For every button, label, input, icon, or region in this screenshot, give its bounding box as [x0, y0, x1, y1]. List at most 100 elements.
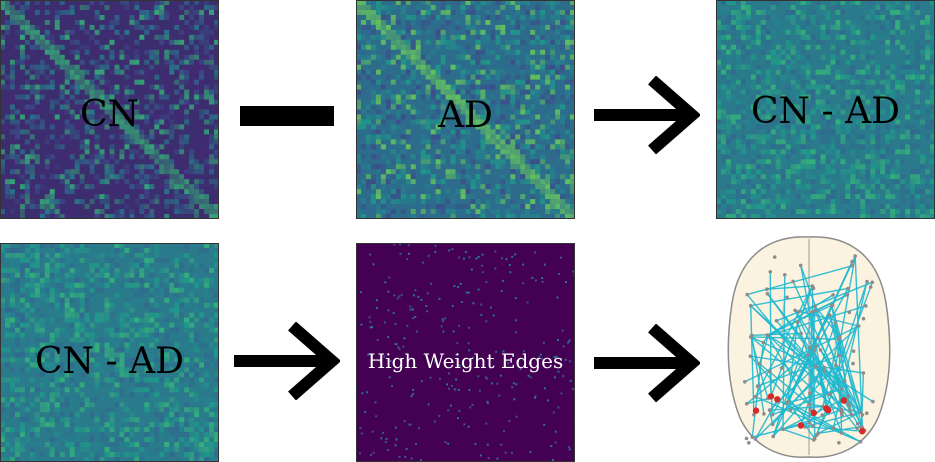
- connectome-node: [807, 420, 812, 425]
- connectome-node: [853, 254, 857, 258]
- minus-icon: [240, 106, 334, 126]
- connectome-node: [851, 361, 855, 366]
- matrix-ad: AD: [356, 0, 575, 219]
- connectome-node: [855, 426, 859, 431]
- connectome-node: [847, 310, 852, 315]
- connectome-node: [816, 335, 820, 340]
- connectome-node: [870, 280, 875, 285]
- connectome-node: [747, 441, 751, 445]
- connectome-node: [765, 287, 769, 291]
- connectome-node: [828, 313, 832, 317]
- connectome-node: [839, 387, 844, 391]
- connectome-node: [865, 279, 869, 284]
- connectome-node: [846, 286, 850, 291]
- connectome-node: [827, 392, 832, 397]
- connectome-node: [770, 422, 775, 427]
- matrix-diff-bottom: CN - AD: [0, 243, 219, 462]
- matrix-high-weight: High Weight Edges: [356, 243, 575, 462]
- connectome-node: [814, 433, 819, 437]
- connectome-node: [858, 439, 863, 444]
- connectome-node: [748, 354, 753, 358]
- connectome-node-highlight: [797, 422, 804, 429]
- connectome-node: [810, 310, 814, 314]
- connectome-node-highlight: [767, 393, 775, 400]
- connectome-node: [743, 380, 747, 384]
- connectome-node: [783, 273, 787, 277]
- connectome-node: [833, 363, 838, 368]
- matrix-cn-label: CN: [79, 94, 140, 135]
- connectome-node: [818, 348, 823, 352]
- connectome-node: [865, 411, 869, 415]
- connectome-node-highlight: [752, 407, 760, 414]
- connectome-node: [850, 264, 854, 268]
- brain-axial-view: [727, 236, 891, 458]
- connectome-node-highlight: [810, 409, 817, 416]
- connectome-node: [744, 401, 749, 406]
- connectome-node: [768, 369, 772, 374]
- connectome-node: [820, 413, 825, 417]
- arrow-icon: [594, 324, 700, 402]
- connectome-node: [855, 421, 860, 426]
- arrow-icon: [234, 322, 340, 400]
- connectome-node: [771, 434, 775, 439]
- connectome-node: [744, 436, 749, 441]
- connectome-node: [797, 310, 801, 314]
- matrix-diff-top: CN - AD: [716, 0, 935, 219]
- connectome-node: [845, 293, 850, 297]
- connectome-node: [813, 436, 817, 441]
- connectome-node: [748, 303, 753, 308]
- connectome-node: [766, 333, 771, 338]
- connectome-node: [750, 435, 755, 439]
- connectome-node: [755, 384, 760, 388]
- connectome-node: [813, 308, 817, 313]
- connectome-node: [811, 424, 815, 428]
- connectome-node: [793, 308, 797, 313]
- connectome-node: [784, 401, 789, 405]
- connectome-node: [849, 412, 854, 417]
- matrix-diff-bottom-label: CN - AD: [35, 341, 184, 382]
- connectome-node-highlight: [840, 397, 847, 404]
- connectome-node: [808, 345, 812, 350]
- connectome-node: [772, 255, 777, 259]
- connectome-node: [837, 441, 841, 445]
- connectome-node: [861, 316, 866, 321]
- connectome-node: [812, 349, 817, 353]
- connectome-node: [839, 431, 844, 435]
- connectome-node: [761, 340, 766, 345]
- connectome-node: [831, 293, 835, 297]
- connectome-node: [799, 331, 803, 336]
- connectome-node: [848, 408, 852, 412]
- connectome-node: [770, 412, 775, 417]
- connectome-node: [762, 412, 766, 416]
- connectome-node: [868, 285, 873, 289]
- connectome-node: [864, 304, 868, 308]
- arrow-icon: [594, 76, 700, 154]
- connectome-node: [840, 413, 844, 417]
- connectome-node: [859, 410, 863, 414]
- connectome-node: [814, 345, 818, 349]
- matrix-ad-label: AD: [438, 95, 493, 136]
- connectome-node-highlight: [824, 407, 832, 414]
- connectome-node: [757, 362, 762, 366]
- matrix-cn: CN: [0, 0, 219, 219]
- connectome-node: [850, 259, 854, 264]
- connectome-node: [837, 353, 842, 358]
- connectome-node: [813, 364, 818, 369]
- connectome-node: [813, 304, 817, 308]
- connectome-node: [745, 292, 749, 297]
- connectome-node: [842, 379, 847, 383]
- connectome-node: [833, 320, 838, 325]
- connectome-node: [781, 427, 785, 432]
- connectome-node: [753, 395, 758, 399]
- connectome-node-highlight: [859, 428, 866, 435]
- connectome-node: [831, 426, 836, 431]
- connectome-node: [846, 394, 850, 399]
- brain-connectome: [722, 233, 897, 462]
- connectome-node: [837, 335, 842, 339]
- matrix-diff-top-label: CN - AD: [751, 91, 900, 132]
- connectome-node: [753, 437, 758, 441]
- connectome-node: [767, 408, 772, 412]
- connectome-node: [798, 263, 803, 268]
- connectome-node: [808, 391, 812, 396]
- connectome-node: [839, 408, 843, 412]
